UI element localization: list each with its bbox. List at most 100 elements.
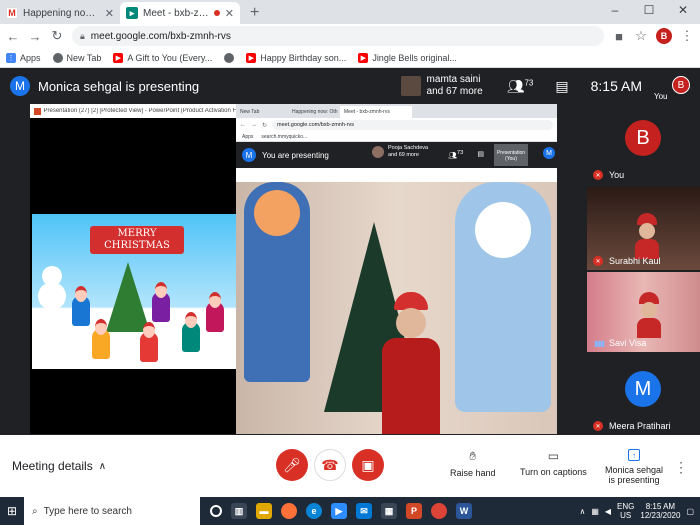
bookmark-birthday[interactable]: ▶ Happy Birthday son...	[246, 52, 347, 63]
bookmark-globe[interactable]	[224, 52, 235, 63]
meet-header: M Monica sehgal is presenting mamta sain…	[0, 68, 700, 104]
slide-banner: MERRY CHRISTMAS	[90, 226, 184, 254]
new-tab-button[interactable]: +	[240, 2, 269, 24]
taskbar-apps: ▥ ▬ e ▶ ✉ ▦ P W	[210, 503, 472, 519]
task-view-icon[interactable]: ▥	[231, 503, 247, 519]
url-text: meet.google.com/bxb-zmnh-rvs	[90, 30, 231, 42]
firefox-icon[interactable]	[281, 503, 297, 519]
store-icon[interactable]: ▦	[381, 503, 397, 519]
maximize-button[interactable]: ☐	[632, 0, 666, 22]
cortana-icon[interactable]	[210, 505, 222, 517]
snowman-body	[38, 282, 66, 310]
inner-bookmarks: Apps search.mmyquicko...	[236, 132, 557, 142]
participant-name: Savi Visa	[609, 338, 647, 348]
bookmark-jingle-bells[interactable]: ▶ Jingle Bells original...	[358, 52, 457, 63]
participant-tile-you[interactable]: B ✕ You	[587, 104, 700, 184]
back-arrow-icon: ←	[240, 122, 246, 128]
close-window-button[interactable]: ✕	[666, 0, 700, 22]
presenting-button[interactable]: ↑ Monica sehgal is presenting	[604, 449, 664, 485]
bookmark-label: Apps	[20, 52, 41, 63]
language-indicator[interactable]: ENG US	[617, 502, 634, 520]
bookmark-label: Happy Birthday son...	[260, 52, 347, 63]
captions-label: Turn on captions	[520, 467, 587, 477]
mic-off-icon: ✕	[593, 421, 603, 431]
tray-clock[interactable]: 8:15 AM 12/23/2020	[640, 502, 680, 520]
hang-up-icon: ☎︎	[321, 456, 339, 473]
start-button[interactable]: ⊞	[0, 497, 24, 525]
bookmark-gift[interactable]: ▶ A Gift to You (Every...	[113, 52, 213, 63]
captions-button[interactable]: ▭ Turn on captions	[520, 449, 587, 477]
chrome-icon[interactable]	[431, 503, 447, 519]
inner-meet-header: M You are presenting Pooja Sachdeva and …	[236, 142, 557, 168]
browser-toolbar: ← → ↻ 🔒︎ meet.google.com/bxb-zmnh-rvs ■ …	[0, 24, 700, 48]
mail-icon[interactable]: ✉	[356, 503, 372, 519]
edge-icon[interactable]: e	[306, 503, 322, 519]
presenter-browser-window: New Tab Happening now: Oth Meet - bxb-zm…	[236, 104, 557, 434]
reload-icon: ↻	[262, 122, 268, 129]
chat-button[interactable]: ▤	[555, 78, 568, 95]
notifications-icon[interactable]: ▢	[686, 507, 694, 516]
presenting-title: Monica sehgal is presenting	[38, 78, 200, 94]
people-button[interactable]: 👥︎73	[507, 78, 534, 95]
meeting-controls: Meeting details ∧ 🎤︎ ☎︎ ▣ ✋︎ Raise hand …	[0, 435, 700, 497]
powerpoint-title: Presentation (27) [2] [Protected View] -…	[43, 108, 237, 114]
more-options-icon[interactable]: ⋮	[674, 459, 688, 476]
network-icon[interactable]: ▦	[591, 507, 599, 516]
camera-toggle-button[interactable]: ▣	[352, 449, 384, 481]
address-bar[interactable]: 🔒︎ meet.google.com/bxb-zmnh-rvs	[72, 26, 604, 46]
cartoon-kid	[92, 319, 110, 359]
powerpoint-taskbar-icon[interactable]: P	[406, 503, 422, 519]
presenter-avatar: M	[10, 76, 30, 96]
back-arrow-icon[interactable]: ←	[6, 29, 20, 44]
inner-speaker-peek: Pooja Sachdeva and 69 more	[372, 145, 428, 159]
tray-chevron-icon[interactable]: ∧	[579, 507, 585, 516]
volume-icon[interactable]: ◀	[605, 507, 611, 516]
participant-avatar: M	[625, 371, 661, 407]
child-sweater	[382, 338, 440, 434]
speaker-more: and 67 more	[426, 86, 483, 97]
star-icon[interactable]: ☆	[634, 28, 648, 44]
word-icon[interactable]: W	[456, 503, 472, 519]
inner-people-icon: 👥︎73	[448, 150, 464, 160]
minimize-button[interactable]: –	[598, 0, 632, 22]
chat-icon: ▤	[555, 77, 569, 94]
mic-off-icon: ✕	[593, 256, 603, 266]
tab-happening-now[interactable]: M Happening now: Othilia Fernand ✕	[0, 2, 120, 24]
participant-tile-savi[interactable]: ▮▮▮ Savi Visa	[587, 272, 700, 352]
forward-arrow-icon[interactable]: →	[28, 29, 42, 44]
meeting-details-label: Meeting details	[12, 459, 93, 473]
windows-logo-icon: ⊞	[6, 504, 18, 518]
bookmark-apps[interactable]: ⋮ Apps	[6, 52, 41, 63]
bookmark-label: A Gift to You (Every...	[127, 52, 213, 63]
inner-presentation-tile: Presentation (You)	[494, 144, 528, 166]
youtube-icon: ▶	[113, 52, 124, 63]
tray-date: 12/23/2020	[640, 511, 681, 520]
leave-call-button[interactable]: ☎︎	[314, 449, 346, 481]
recording-dot-icon	[213, 10, 220, 16]
meeting-clock: 8:15 AM	[590, 78, 642, 94]
bookmark-label: Jingle Bells original...	[372, 52, 457, 63]
lang-bottom: US	[620, 511, 632, 520]
reload-icon[interactable]: ↻	[50, 28, 64, 44]
child-video	[637, 292, 661, 338]
globe-icon	[224, 52, 235, 63]
camera-indicator-icon[interactable]: ■	[612, 29, 626, 44]
participant-tile-meera[interactable]: M ✕ Meera Pratihari	[587, 355, 700, 435]
mic-toggle-button[interactable]: 🎤︎	[276, 449, 308, 481]
menu-dots-icon[interactable]: ⋮	[680, 28, 694, 44]
profile-avatar[interactable]: B	[656, 28, 672, 44]
participant-tile-surabhi[interactable]: ✕ Surabhi Kaul	[587, 187, 700, 270]
close-tab-icon[interactable]: ✕	[105, 7, 114, 20]
globe-icon	[52, 52, 63, 63]
meeting-details-button[interactable]: Meeting details ∧	[12, 459, 106, 473]
tab-meet[interactable]: ▸ Meet - bxb-zmnh-rvs ✕	[120, 2, 240, 24]
zoom-icon[interactable]: ▶	[331, 503, 347, 519]
speaker-peek[interactable]: mamta saini and 67 more	[400, 74, 483, 98]
inner-speaker-name: Pooja Sachdeva	[388, 145, 429, 151]
inner-speaker-thumbnail	[372, 146, 384, 158]
taskbar-search[interactable]: ⌕ Type here to search	[24, 497, 200, 525]
bookmark-new-tab[interactable]: New Tab	[52, 52, 101, 63]
raise-hand-button[interactable]: ✋︎ Raise hand	[450, 449, 496, 478]
close-tab-icon[interactable]: ✕	[225, 7, 234, 20]
file-explorer-icon[interactable]: ▬	[256, 503, 272, 519]
